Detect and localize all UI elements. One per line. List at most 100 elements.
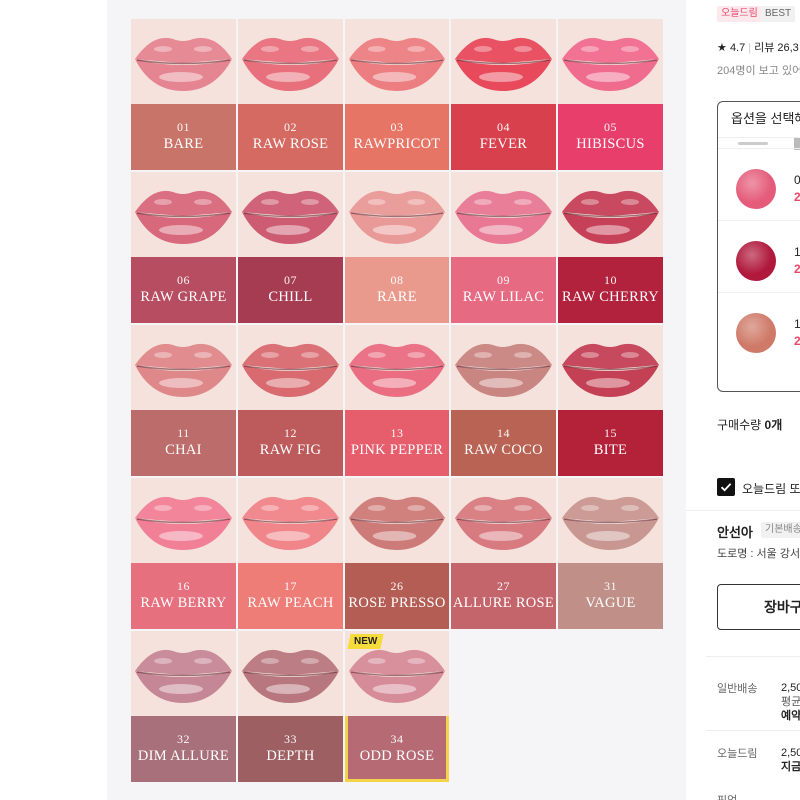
shade-name: ODD ROSE	[359, 748, 435, 764]
shade-number: 05	[604, 120, 617, 134]
new-badge: NEW	[347, 634, 384, 649]
shade-label: 09 RAW LILAC	[451, 257, 556, 323]
today-delivery-tag: 오늘드림	[717, 6, 762, 22]
shade-name: RAW GRAPE	[140, 289, 227, 305]
shade-label: 07 CHILL	[238, 257, 343, 323]
divider	[706, 656, 800, 657]
shade-number: 07	[284, 273, 297, 287]
shade-label: 03 RAWPRICOT	[345, 104, 449, 170]
lip-photo	[238, 19, 343, 104]
option-item[interactable]: 1 2	[718, 292, 800, 364]
shade-swatch-grid: 01 BARE 02 RAW ROSE 03 RAWPRICOT 04 FEVER 05 HIBI…	[131, 19, 663, 782]
shade-number: 32	[177, 732, 190, 746]
shade-number: 06	[177, 273, 190, 287]
shade-swatch: 15 BITE	[558, 325, 663, 476]
option-item[interactable]: 1 2	[718, 220, 800, 292]
lip-photo	[345, 478, 449, 563]
option-select-box[interactable]: 옵션을 선택해 0 2 1 2 1 2	[717, 101, 800, 392]
option-scroll-stub	[738, 142, 768, 145]
review-count-link[interactable]: 리뷰 26,3	[754, 42, 799, 54]
lip-photo	[238, 631, 343, 716]
shade-name: BARE	[163, 136, 204, 152]
shade-number: 08	[390, 273, 404, 287]
quantity-label: 구매수량	[717, 418, 762, 432]
shade-number: 09	[497, 273, 510, 287]
shade-number: 33	[284, 732, 297, 746]
lip-photo	[345, 172, 449, 257]
shade-number: 31	[604, 579, 617, 593]
shade-name: RAW FIG	[259, 442, 322, 458]
shipping-now: 지금	[781, 761, 800, 773]
shade-swatch: 16 RAW BERRY	[131, 478, 236, 629]
lip-photo	[131, 172, 236, 257]
today-delivery-checkbox-label[interactable]: 오늘드림 또	[742, 480, 800, 497]
shade-number: 11	[177, 426, 190, 440]
today-delivery-checkbox[interactable]	[717, 478, 735, 496]
shade-name: ALLURE ROSE	[452, 595, 555, 611]
shade-swatch: 05 HIBISCUS	[558, 19, 663, 170]
lip-photo	[238, 325, 343, 410]
shipping-fee-info: 2,50 평균 예약	[781, 681, 800, 723]
shade-swatch: 12 RAW FIG	[238, 325, 343, 476]
shipping-average: 평균	[781, 696, 800, 708]
shade-label: 17 RAW PEACH	[238, 563, 343, 629]
shade-swatch: 33 DEPTH	[238, 631, 343, 782]
shade-number: 16	[177, 579, 190, 593]
shade-swatch: 03 RAWPRICOT	[345, 19, 449, 170]
shade-name: DEPTH	[266, 748, 315, 764]
lip-photo	[131, 19, 236, 104]
new-badge-text: NEW	[354, 636, 378, 647]
lip-photo	[558, 172, 663, 257]
divider	[686, 510, 800, 511]
add-to-cart-button[interactable]: 장바구	[717, 584, 800, 630]
shade-name: VAGUE	[585, 595, 636, 611]
option-select-header[interactable]: 옵션을 선택해	[718, 102, 800, 138]
shade-number: 15	[604, 426, 617, 440]
option-price: 2	[794, 262, 800, 276]
star-icon: ★	[717, 42, 727, 54]
shade-label: 16 RAW BERRY	[131, 563, 236, 629]
shade-swatch: 17 RAW PEACH	[238, 478, 343, 629]
shade-name: ROSE PRESSO	[348, 595, 446, 611]
shade-name: RAW COCO	[464, 442, 543, 458]
pickup-label: 픽업	[717, 792, 737, 800]
rating-value: 4.7	[729, 42, 746, 54]
shade-number: 13	[390, 426, 404, 440]
shade-label: 26 ROSE PRESSO	[345, 563, 449, 629]
shade-label: 31 VAGUE	[558, 563, 663, 629]
divider	[706, 730, 800, 731]
shade-swatch: 13 PINK PEPPER	[345, 325, 449, 476]
shade-swatch: 07 CHILL	[238, 172, 343, 323]
purchase-quantity: 구매수량 0개	[717, 416, 782, 433]
lip-photo	[451, 19, 556, 104]
shipping-fee: 2,50	[781, 682, 800, 694]
shade-label: 13 PINK PEPPER	[345, 410, 449, 476]
option-item[interactable]: 0 2	[718, 148, 800, 220]
rating-row[interactable]: ★ 4.7 | 리뷰 26,3	[717, 39, 799, 55]
shade-name: RAW PEACH	[247, 595, 334, 611]
shipping-type-label: 오늘드림	[717, 748, 758, 760]
shade-label: 14 RAW COCO	[451, 410, 556, 476]
shade-name: RAW BERRY	[140, 595, 227, 611]
option-color-thumb	[736, 313, 776, 353]
shipping-fee-info: 2,50 지금	[781, 746, 800, 774]
option-number: 0	[794, 173, 800, 187]
lip-photo	[451, 478, 556, 563]
shade-label: 34 ODD ROSE	[345, 716, 449, 782]
shade-label: 15 BITE	[558, 410, 663, 476]
lip-photo	[238, 172, 343, 257]
delivery-address: 도로명 : 서울 강서	[717, 548, 800, 560]
option-color-thumb	[736, 169, 776, 209]
best-tag: BEST	[761, 6, 796, 22]
shade-label: 12 RAW FIG	[238, 410, 343, 476]
shade-label: 08 RARE	[345, 257, 449, 323]
shade-swatch: 11 CHAI	[131, 325, 236, 476]
shipping-reservation: 예약	[781, 710, 800, 722]
lip-photo	[558, 325, 663, 410]
lip-photo	[345, 325, 449, 410]
shade-number: 03	[390, 120, 404, 134]
shade-swatch: 32 DIM ALLURE	[131, 631, 236, 782]
shade-number: 01	[177, 120, 190, 134]
shade-name: FEVER	[479, 136, 528, 152]
default-delivery-tag: 기본배송	[761, 522, 800, 538]
